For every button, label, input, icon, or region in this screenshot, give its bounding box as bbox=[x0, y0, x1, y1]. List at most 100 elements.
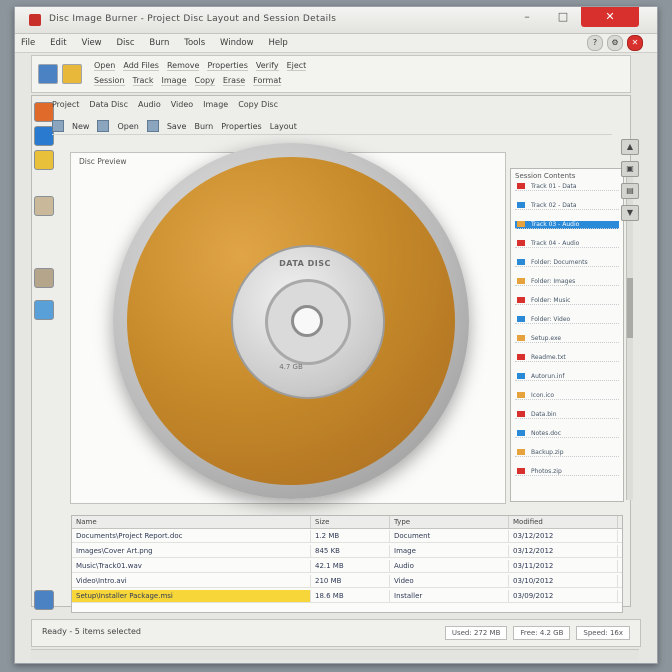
ribbon-verify-button[interactable]: Verify bbox=[255, 61, 279, 71]
menu-view[interactable]: View bbox=[75, 34, 107, 52]
session-list-item[interactable]: Track 02 - Data bbox=[515, 202, 619, 210]
table-row[interactable]: Images\Cover Art.png 845 KB Image 03/12/201… bbox=[72, 545, 622, 558]
scroll-thumb[interactable] bbox=[627, 278, 633, 338]
toolbar-properties-button[interactable]: Properties bbox=[221, 122, 261, 131]
inner-toolbar: New Open Save Burn Properties Layout bbox=[52, 118, 612, 135]
ribbon-remove-button[interactable]: Remove bbox=[166, 61, 200, 71]
folder-icon[interactable] bbox=[62, 64, 82, 84]
status-free: Free: 4.2 GB bbox=[513, 626, 571, 640]
rail-list-button[interactable]: ▤ bbox=[621, 183, 639, 199]
rail-up-button[interactable]: ▲ bbox=[621, 139, 639, 155]
session-list-item[interactable]: Folder: Documents bbox=[515, 259, 619, 267]
track-color-swatch bbox=[517, 259, 525, 265]
table-row[interactable]: Setup\Installer Package.msi 18.6 MB Instal… bbox=[72, 590, 622, 603]
minimize-button[interactable]: – bbox=[509, 7, 545, 27]
ribbon-add-files-button[interactable]: Add Files bbox=[123, 61, 159, 71]
toolbar-open-button[interactable]: Open bbox=[117, 122, 138, 131]
session-list-item[interactable]: Folder: Music bbox=[515, 297, 619, 305]
toolbar-save-button[interactable]: Save bbox=[167, 122, 187, 131]
ribbon-properties-button[interactable]: Properties bbox=[207, 61, 248, 71]
menu-help[interactable]: Help bbox=[262, 34, 293, 52]
cell-name: Music\Track01.wav bbox=[72, 560, 311, 572]
toolbar-layout-button[interactable]: Layout bbox=[270, 122, 297, 131]
ribbon-session-button[interactable]: Session bbox=[94, 76, 125, 86]
track-color-swatch bbox=[517, 316, 525, 322]
session-list-item[interactable]: Notes.doc bbox=[515, 430, 619, 438]
tab-audio[interactable]: Audio bbox=[138, 100, 161, 109]
ribbon-track-button[interactable]: Track bbox=[132, 76, 154, 86]
session-list-item[interactable]: Autorun.inf bbox=[515, 373, 619, 381]
image-icon[interactable] bbox=[34, 268, 54, 288]
export-icon[interactable] bbox=[34, 590, 54, 610]
table-row[interactable]: Video\Intro.avi 210 MB Video 03/10/2012 bbox=[72, 575, 622, 588]
column-modified[interactable]: Modified bbox=[509, 516, 618, 528]
track-color-swatch bbox=[517, 278, 525, 284]
menu-right-controls: ? ⚙ ✕ bbox=[587, 35, 643, 51]
menu-disc[interactable]: Disc bbox=[111, 34, 141, 52]
note-icon[interactable] bbox=[34, 150, 54, 170]
session-list-item[interactable]: Folder: Images bbox=[515, 278, 619, 286]
document-icon[interactable] bbox=[34, 196, 54, 216]
menu-file[interactable]: File bbox=[15, 34, 41, 52]
tab-image[interactable]: Image bbox=[203, 100, 228, 109]
title-bar[interactable]: Disc Image Burner - Project Disc Layout … bbox=[15, 7, 657, 34]
app-window: Disc Image Burner - Project Disc Layout … bbox=[14, 6, 658, 664]
cell-name: Video\Intro.avi bbox=[72, 575, 311, 587]
tab-video[interactable]: Video bbox=[171, 100, 193, 109]
ribbon-copy-button[interactable]: Copy bbox=[194, 76, 215, 86]
ribbon-format-button[interactable]: Format bbox=[253, 76, 282, 86]
session-list-item[interactable]: Folder: Video bbox=[515, 316, 619, 324]
track-color-swatch bbox=[517, 392, 525, 398]
ribbon-row-primary: Open Add Files Remove Properties Verify … bbox=[94, 61, 307, 71]
column-type[interactable]: Type bbox=[390, 516, 509, 528]
ribbon-eject-button[interactable]: Eject bbox=[286, 61, 307, 71]
maximize-button[interactable]: □ bbox=[545, 7, 581, 27]
ribbon-open-button[interactable]: Open bbox=[94, 61, 116, 71]
session-list-item[interactable]: Data.bin bbox=[515, 411, 619, 419]
cell-name: Images\Cover Art.png bbox=[72, 545, 311, 557]
rail-down-button[interactable]: ▼ bbox=[621, 205, 639, 221]
new-icon[interactable] bbox=[52, 120, 64, 132]
cell-name: Setup\Installer Package.msi bbox=[72, 590, 311, 602]
tab-data-disc[interactable]: Data Disc bbox=[89, 100, 128, 109]
session-list-item[interactable]: Icon.ico bbox=[515, 392, 619, 400]
table-row[interactable]: Music\Track01.wav 42.1 MB Audio 03/11/2012 bbox=[72, 560, 622, 573]
session-list-item[interactable]: Setup.exe bbox=[515, 335, 619, 343]
ribbon-row-secondary: Session Track Image Copy Erase Format bbox=[94, 76, 282, 86]
close-button[interactable]: ✕ bbox=[581, 7, 639, 27]
menu-tools[interactable]: Tools bbox=[178, 34, 211, 52]
session-list-item[interactable]: Track 03 - Audio bbox=[515, 221, 619, 229]
track-color-swatch bbox=[517, 354, 525, 360]
disc-app-icon[interactable] bbox=[38, 64, 58, 84]
cell-size: 1.2 MB bbox=[311, 530, 390, 542]
session-list-item[interactable]: Track 04 - Audio bbox=[515, 240, 619, 248]
table-row[interactable]: Documents\Project Report.doc 1.2 MB Docume… bbox=[72, 530, 622, 543]
session-list-item[interactable]: Backup.zip bbox=[515, 449, 619, 457]
open-icon[interactable] bbox=[97, 120, 110, 132]
settings-icon[interactable] bbox=[34, 300, 54, 320]
column-name[interactable]: Name bbox=[72, 516, 311, 528]
menu-edit[interactable]: Edit bbox=[44, 34, 72, 52]
session-list-item[interactable]: Readme.txt bbox=[515, 354, 619, 362]
toolbar-burn-button[interactable]: Burn bbox=[194, 122, 213, 131]
disc-icon[interactable] bbox=[34, 126, 54, 146]
gear-icon[interactable]: ⚙ bbox=[607, 35, 623, 51]
column-size[interactable]: Size bbox=[311, 516, 390, 528]
cell-type: Video bbox=[390, 575, 509, 587]
help-icon[interactable]: ? bbox=[587, 35, 603, 51]
session-list-item[interactable]: Track 01 - Data bbox=[515, 183, 619, 191]
toolbar-new-button[interactable]: New bbox=[72, 122, 89, 131]
menu-burn[interactable]: Burn bbox=[143, 34, 175, 52]
save-icon[interactable] bbox=[146, 120, 159, 132]
session-list-item[interactable]: Photos.zip bbox=[515, 468, 619, 476]
track-color-swatch bbox=[517, 468, 525, 474]
disc-center-hole bbox=[291, 305, 323, 337]
tab-project[interactable]: Project bbox=[52, 100, 79, 109]
home-icon[interactable] bbox=[34, 102, 54, 122]
tab-copy-disc[interactable]: Copy Disc bbox=[238, 100, 278, 109]
close-doc-icon[interactable]: ✕ bbox=[627, 35, 643, 51]
menu-window[interactable]: Window bbox=[214, 34, 260, 52]
ribbon-image-button[interactable]: Image bbox=[161, 76, 187, 86]
ribbon-erase-button[interactable]: Erase bbox=[222, 76, 246, 86]
rail-view-button[interactable]: ▣ bbox=[621, 161, 639, 177]
